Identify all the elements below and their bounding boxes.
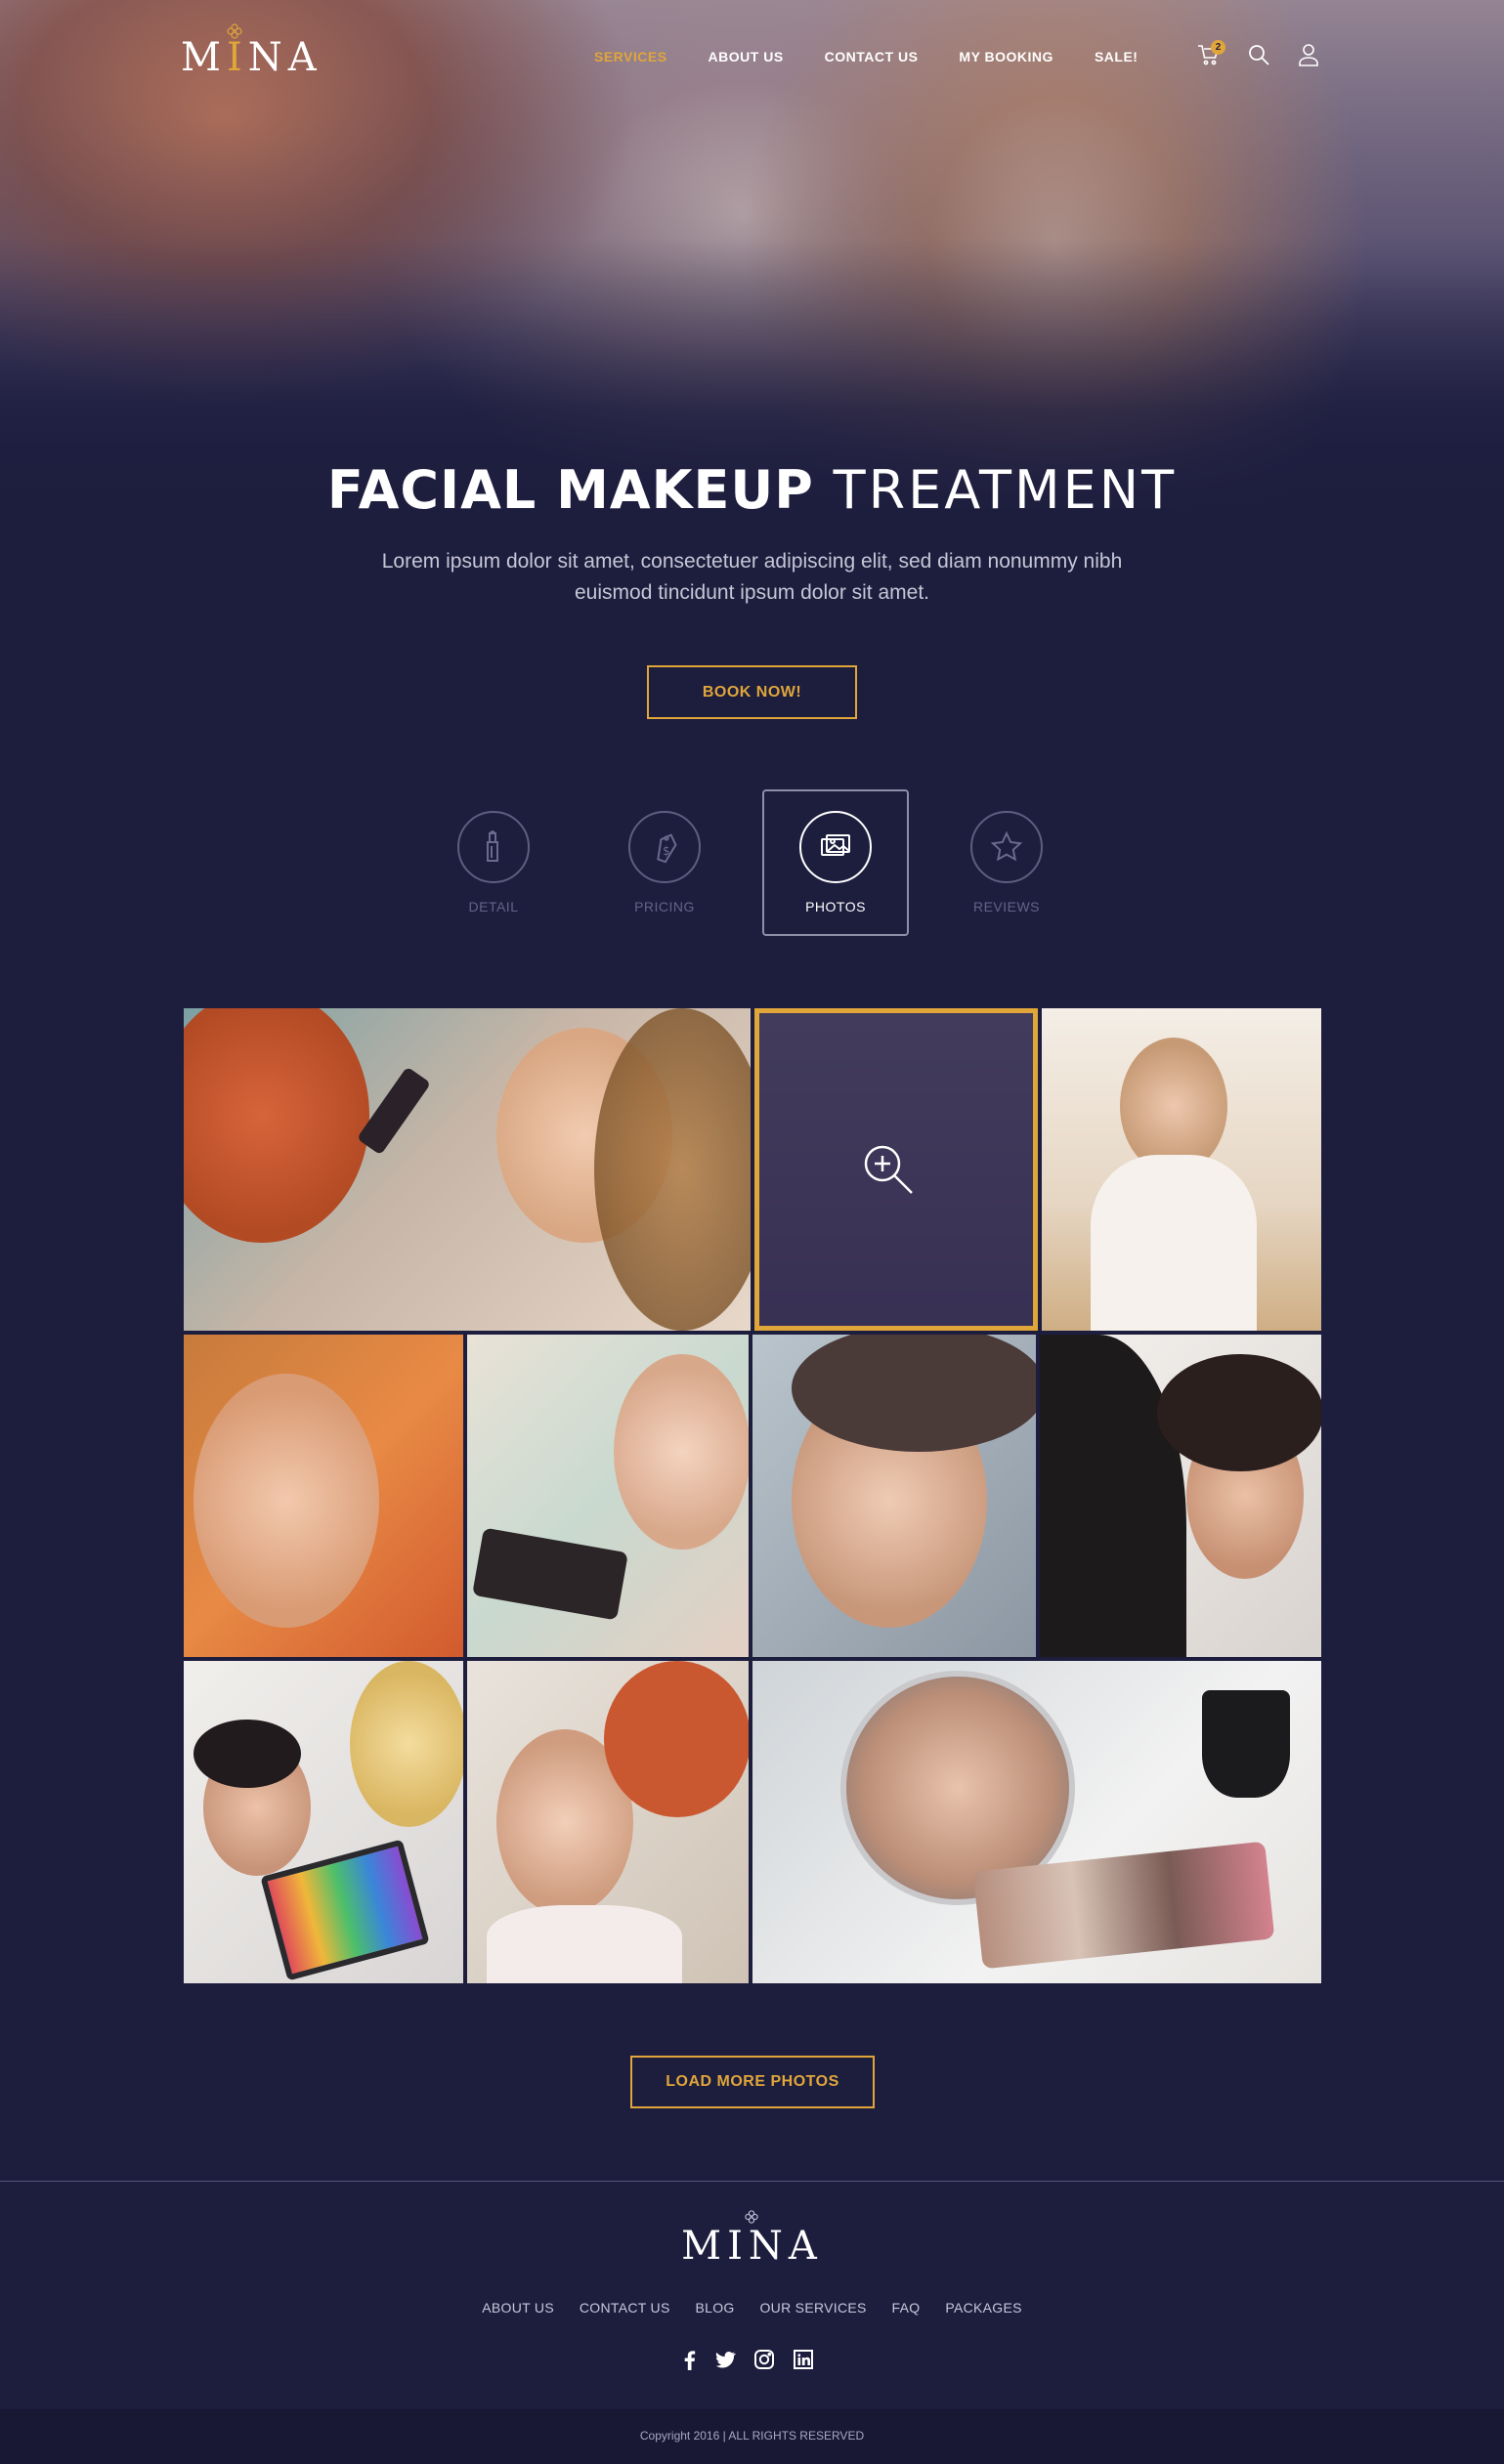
gallery-photo[interactable]	[184, 1335, 463, 1657]
tab-photos[interactable]: PHOTOS	[762, 789, 909, 936]
search-button[interactable]	[1247, 43, 1270, 66]
photos-icon	[821, 834, 850, 856]
nav-link-about-us[interactable]: ABOUT US	[709, 49, 784, 64]
gallery-photo[interactable]	[752, 1661, 1321, 1983]
footer-link-our-services[interactable]: OUR SERVICES	[759, 2300, 866, 2315]
gallery-photo[interactable]	[1042, 1008, 1321, 1331]
gallery-photo[interactable]	[467, 1335, 749, 1657]
gallery-photo[interactable]	[752, 1335, 1036, 1657]
nav-link-services[interactable]: SERVICES	[594, 49, 667, 64]
footer-link-about-us[interactable]: ABOUT US	[482, 2300, 554, 2315]
social-links	[679, 2349, 826, 2374]
load-more-photos-button[interactable]: LOAD MORE PHOTOS	[630, 2056, 875, 2108]
hero-title-bold: FACIAL MAKEUP	[326, 459, 814, 521]
price-tag-icon: $	[657, 833, 677, 864]
footer-link-faq[interactable]: FAQ	[892, 2300, 921, 2315]
twitter-icon[interactable]	[714, 2349, 736, 2370]
top-navigation: MINA SERVICES ABOUT US CONTACT US MY BOO…	[0, 0, 1504, 117]
nav-link-my-booking[interactable]: MY BOOKING	[959, 49, 1053, 64]
hero-title: FACIAL MAKEUP TREATMENT	[0, 464, 1504, 517]
lipstick-icon	[487, 829, 498, 862]
tab-detail[interactable]: DETAIL	[420, 789, 567, 936]
tab-label: PHOTOS	[805, 899, 866, 914]
tab-label: DETAIL	[468, 899, 519, 914]
footer-logo[interactable]: MINA	[0, 2224, 1504, 2269]
gallery-photo[interactable]	[184, 1008, 751, 1331]
tab-label: PRICING	[634, 899, 695, 914]
gallery-photo[interactable]	[184, 1661, 463, 1983]
copyright-text: Copyright 2016 | ALL RIGHTS RESERVED	[639, 2429, 865, 2443]
user-icon	[1299, 44, 1318, 66]
nav-icon-group: 2	[1197, 40, 1347, 66]
hero-title-light: TREATMENT	[833, 459, 1178, 521]
page: MINA SERVICES ABOUT US CONTACT US MY BOO…	[0, 0, 1504, 2464]
hero-content: FACIAL MAKEUP TREATMENT Lorem ipsum dolo…	[0, 464, 1504, 609]
photo-hover-overlay	[754, 1008, 1038, 1331]
brand-logo[interactable]: MINA	[181, 35, 322, 80]
hero-subtitle: Lorem ipsum dolor sit amet, consectetuer…	[381, 550, 1123, 604]
footer-link-blog[interactable]: BLOG	[695, 2300, 734, 2315]
tab-reviews[interactable]: REVIEWS	[933, 789, 1080, 936]
tab-pricing[interactable]: $ PRICING	[591, 789, 738, 936]
footer-logo-flower-icon	[745, 2210, 758, 2224]
main-menu: SERVICES ABOUT US CONTACT US MY BOOKING …	[594, 49, 1179, 64]
svg-text:$: $	[663, 844, 670, 858]
account-button[interactable]	[1297, 43, 1320, 66]
footer-links: ABOUT US CONTACT US BLOG OUR SERVICES FA…	[0, 2300, 1504, 2315]
tab-label: REVIEWS	[972, 899, 1041, 914]
footer-link-packages[interactable]: PACKAGES	[945, 2300, 1021, 2315]
gallery-photo[interactable]	[467, 1661, 749, 1983]
photo-gallery	[184, 1008, 1321, 1983]
cart-count-badge: 2	[1211, 40, 1225, 55]
footer-divider	[0, 2181, 1504, 2182]
nav-link-sale[interactable]: SALE!	[1095, 49, 1139, 64]
footer-link-contact-us[interactable]: CONTACT US	[580, 2300, 670, 2315]
cart-button[interactable]: 2	[1197, 40, 1225, 66]
linkedin-icon[interactable]	[793, 2349, 814, 2370]
zoom-in-icon[interactable]	[861, 1142, 916, 1197]
service-tabs: DETAIL $ PRICING PHOTOS REVIEWS	[0, 789, 1504, 936]
instagram-icon[interactable]	[753, 2349, 775, 2370]
gallery-photo-hovered[interactable]	[754, 1008, 1038, 1331]
gallery-photo[interactable]	[1040, 1335, 1321, 1657]
star-icon	[990, 830, 1023, 862]
nav-link-contact-us[interactable]: CONTACT US	[825, 49, 919, 64]
book-now-button[interactable]: BOOK NOW!	[647, 665, 857, 719]
search-icon	[1249, 45, 1269, 65]
facebook-icon[interactable]	[679, 2349, 701, 2370]
